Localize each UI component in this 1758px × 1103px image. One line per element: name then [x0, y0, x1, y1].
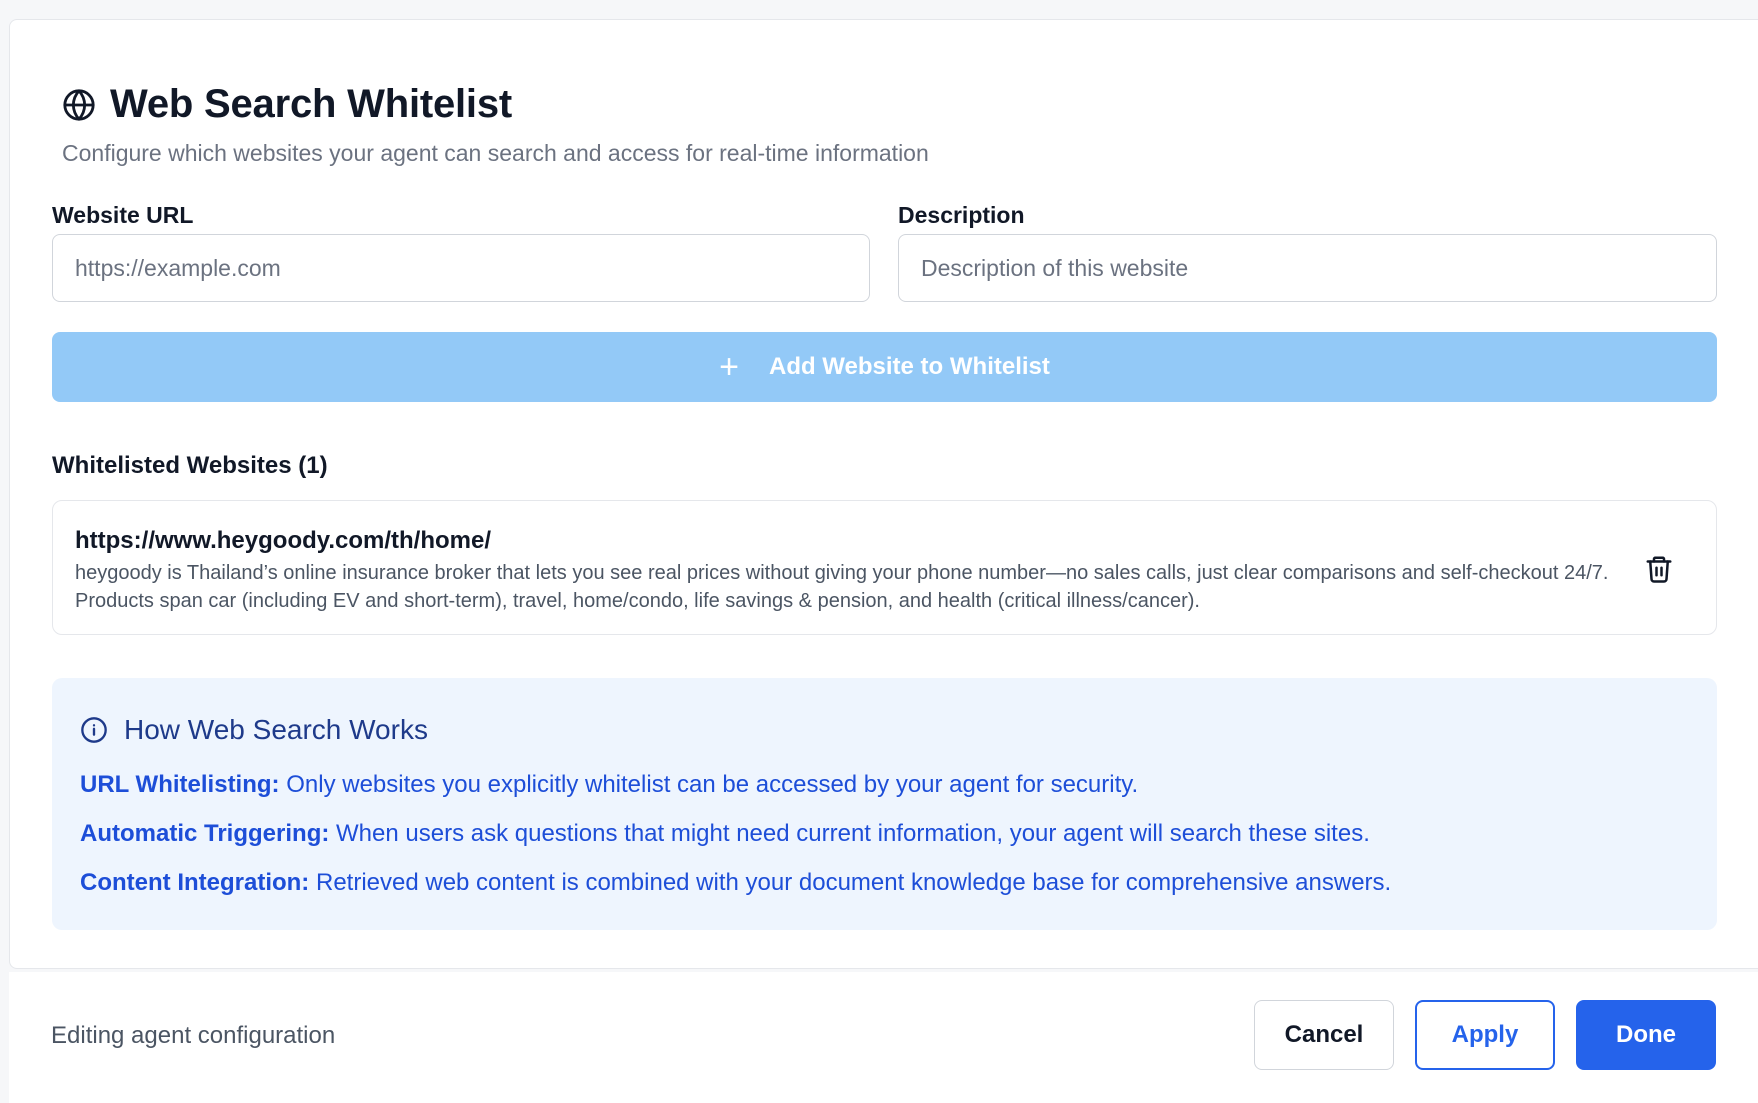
cancel-button[interactable]: Cancel [1254, 1000, 1394, 1070]
info-line-whitelisting: URL Whitelisting: Only websites you expl… [80, 771, 1138, 799]
trash-icon[interactable] [1644, 553, 1674, 585]
description-label: Description [898, 202, 1025, 228]
site-url: https://www.heygoody.com/th/home/ [75, 527, 492, 554]
info-line-integration: Content Integration: Retrieved web conte… [80, 869, 1391, 897]
info-icon [81, 717, 107, 743]
website-url-label: Website URL [52, 202, 194, 228]
page-subtitle: Configure which websites your agent can … [62, 140, 929, 166]
website-url-input[interactable] [52, 234, 870, 302]
info-term: Content Integration: [80, 869, 310, 896]
list-item: https://www.heygoody.com/th/home/ heygoo… [52, 500, 1717, 635]
title-row: Web Search Whitelist [62, 82, 512, 127]
whitelist-heading: Whitelisted Websites (1) [52, 452, 328, 479]
globe-icon [63, 88, 95, 121]
page-title: Web Search Whitelist [110, 82, 513, 126]
info-term: URL Whitelisting: [80, 771, 280, 798]
info-box: How Web Search Works URL Whitelisting: O… [52, 678, 1717, 930]
info-term: Automatic Triggering: [80, 820, 330, 847]
footer-status: Editing agent configuration [51, 1022, 336, 1049]
info-text: Only websites you explicitly whitelist c… [279, 771, 1139, 798]
info-text: When users ask questions that might need… [329, 820, 1370, 847]
info-line-triggering: Automatic Triggering: When users ask que… [80, 820, 1370, 848]
info-title-row: How Web Search Works [80, 714, 428, 746]
add-website-button[interactable]: + Add Website to Whitelist [52, 332, 1717, 402]
info-text: Retrieved web content is combined with y… [309, 869, 1392, 896]
add-website-label: Add Website to Whitelist [768, 353, 1050, 380]
footer-bar: Editing agent configuration Cancel Apply… [9, 972, 1758, 1103]
plus-icon: + [719, 348, 739, 386]
info-title: How Web Search Works [124, 714, 428, 745]
description-input[interactable] [898, 234, 1717, 302]
apply-button[interactable]: Apply [1415, 1000, 1555, 1070]
done-button[interactable]: Done [1576, 1000, 1716, 1070]
site-description: heygoody is Thailand’s online insurance … [75, 562, 1609, 612]
